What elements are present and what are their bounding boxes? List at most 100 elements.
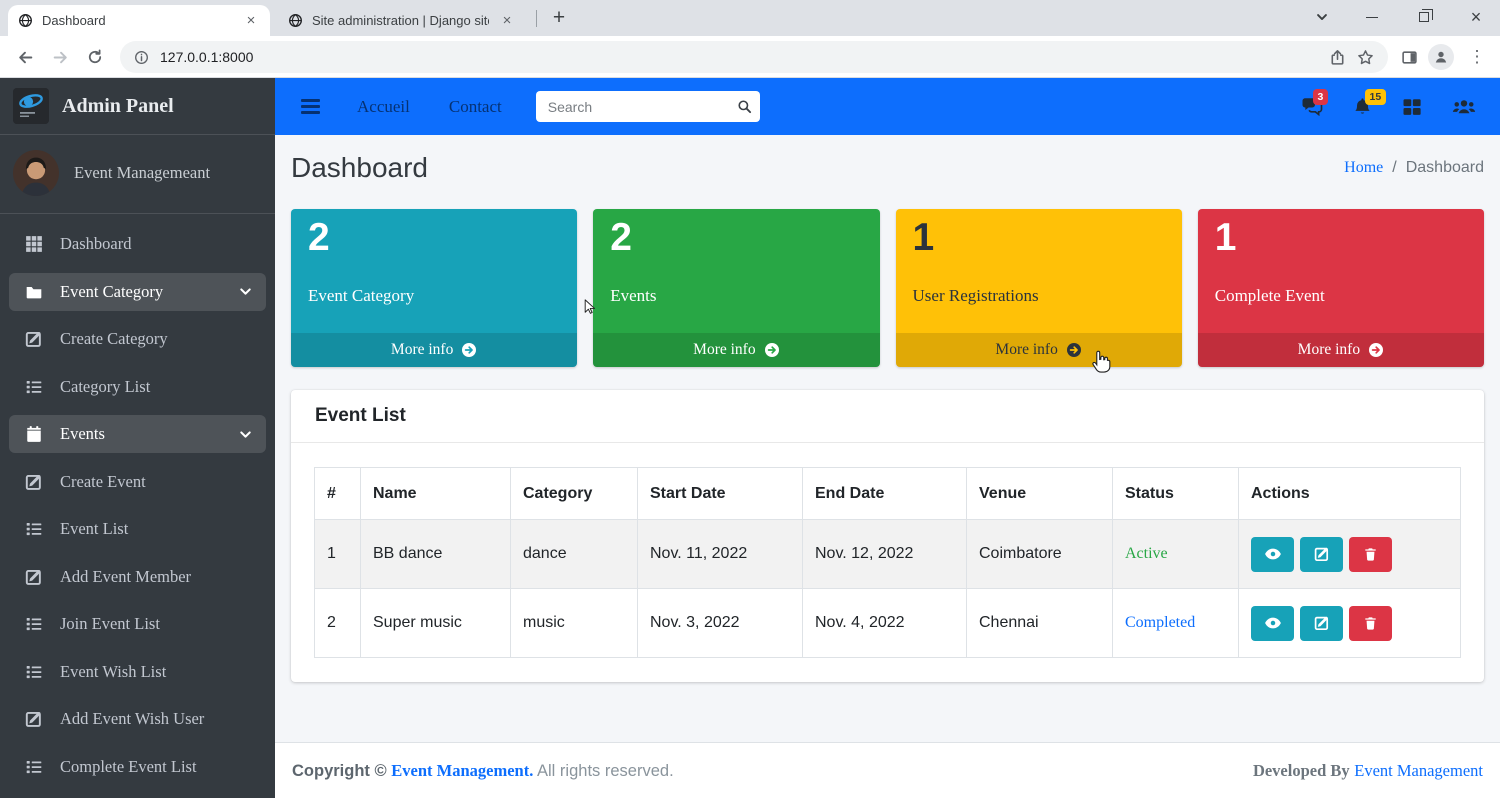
pen-square-icon [22, 710, 45, 728]
th-large-icon[interactable] [1402, 97, 1422, 117]
sidebar-item-label: Events [60, 424, 105, 444]
delete-button[interactable] [1349, 606, 1392, 641]
pen-square-icon [22, 473, 45, 491]
event-list-title: Event List [291, 390, 1484, 443]
row-actions [1251, 537, 1448, 572]
cell-num: 1 [315, 520, 361, 589]
browser-menu-button[interactable]: ⋮ [1464, 44, 1490, 70]
cell-end-date: Nov. 4, 2022 [803, 589, 967, 658]
sidebar-item-event-list[interactable]: Event List [9, 510, 266, 548]
sidebar-item-complete-event-list[interactable]: Complete Event List [9, 748, 266, 786]
globe-favicon-icon [288, 13, 303, 28]
nav-link-accueil[interactable]: Accueil [357, 97, 410, 117]
search-icon[interactable] [729, 91, 760, 122]
restore-button[interactable] [1401, 0, 1447, 34]
bookmark-star-icon[interactable] [1357, 49, 1374, 66]
brand-header[interactable]: Admin Panel [0, 78, 275, 135]
event-table: # Name Category Start Date End Date Venu… [314, 467, 1461, 658]
breadcrumb-current: Dashboard [1406, 159, 1484, 177]
url-text: 127.0.0.1:8000 [160, 49, 1318, 65]
tab-close-icon[interactable]: × [242, 12, 260, 30]
event-list-card: Event List # Name Category Start Date En… [291, 390, 1484, 682]
sidebar-item-create-category[interactable]: Create Category [9, 320, 266, 358]
users-icon[interactable] [1452, 97, 1476, 116]
view-button[interactable] [1251, 606, 1294, 641]
user-name: Event Managemeant [74, 163, 210, 183]
view-button[interactable] [1251, 537, 1294, 572]
side-panel-button[interactable] [1396, 44, 1422, 70]
browser-tab-strip: Dashboard × Site administration | Django… [0, 0, 1500, 36]
cell-category: music [511, 589, 638, 658]
edit-button[interactable] [1300, 606, 1343, 641]
sidebar-item-join-event-list[interactable]: Join Event List [9, 605, 266, 643]
cell-venue: Coimbatore [967, 520, 1113, 589]
more-info-link[interactable]: More info [291, 333, 577, 367]
stat-label: Event Category [291, 259, 577, 306]
more-info-link[interactable]: More info [1198, 333, 1484, 367]
sidebar-item-create-event[interactable]: Create Event [9, 463, 266, 501]
cell-start-date: Nov. 3, 2022 [638, 589, 803, 658]
nav-link-contact[interactable]: Contact [449, 97, 502, 117]
minimize-button[interactable] [1349, 0, 1395, 34]
table-row: 1 BB dance dance Nov. 11, 2022 Nov. 12, … [315, 520, 1461, 589]
tab-title: Site administration | Django site [312, 13, 489, 28]
trash-icon [1363, 616, 1378, 631]
tab-close-icon[interactable]: × [498, 12, 516, 30]
sidebar-item-label: Add Event Member [60, 567, 191, 587]
footer-brand-link[interactable]: Event Management. [391, 761, 533, 780]
more-info-label: More info [693, 341, 755, 359]
chevron-down-icon [238, 284, 253, 299]
browser-tab-dashboard[interactable]: Dashboard × [8, 5, 270, 36]
breadcrumb-home-link[interactable]: Home [1344, 159, 1383, 177]
folder-icon [22, 283, 45, 301]
url-bar[interactable]: 127.0.0.1:8000 [120, 41, 1388, 73]
cell-category: dance [511, 520, 638, 589]
sidebar-item-category-list[interactable]: Category List [9, 368, 266, 406]
sidebar-item-label: Event List [60, 519, 128, 539]
site-info-icon[interactable] [134, 50, 149, 65]
pen-square-icon [22, 330, 45, 348]
sidebar-item-add-event-member[interactable]: Add Event Member [9, 558, 266, 596]
sidebar-item-dashboard[interactable]: Dashboard [9, 225, 266, 263]
arrow-circle-right-icon [1066, 342, 1082, 358]
stat-count: 1 [1198, 209, 1484, 259]
stat-card-event-category: 2 Event Category More info [291, 209, 577, 367]
browser-tab-django-admin[interactable]: Site administration | Django site × [278, 5, 526, 36]
sidebar-item-label: Dashboard [60, 234, 131, 254]
messages-button[interactable]: 3 [1301, 97, 1323, 116]
edit-button[interactable] [1300, 537, 1343, 572]
user-panel[interactable]: Event Managemeant [0, 135, 275, 214]
forward-button[interactable] [47, 44, 73, 70]
tab-search-button[interactable] [1299, 0, 1345, 34]
sidebar-item-event-wish-list[interactable]: Event Wish List [9, 653, 266, 691]
new-tab-button[interactable]: + [546, 6, 572, 32]
trash-icon [1363, 547, 1378, 562]
browser-toolbar: 127.0.0.1:8000 ⋮ [0, 36, 1500, 78]
col-end-date: End Date [803, 468, 967, 520]
cell-start-date: Nov. 11, 2022 [638, 520, 803, 589]
delete-button[interactable] [1349, 537, 1392, 572]
sidebar-item-event-category[interactable]: Event Category [9, 273, 266, 311]
search-input[interactable] [536, 99, 729, 115]
reload-button[interactable] [82, 44, 108, 70]
more-info-link[interactable]: More info [593, 333, 879, 367]
sidebar-item-events[interactable]: Events [9, 415, 266, 453]
share-icon[interactable] [1329, 49, 1346, 66]
sidebar-item-label: Complete Event List [60, 757, 197, 777]
notifications-button[interactable]: 15 [1353, 97, 1372, 116]
pen-square-icon [22, 568, 45, 586]
more-info-label: More info [391, 341, 453, 359]
developer-link[interactable]: Event Management [1354, 761, 1483, 780]
navbar-actions: 3 15 [1301, 97, 1476, 117]
stat-count: 2 [291, 209, 577, 259]
profile-button[interactable] [1428, 44, 1454, 70]
more-info-label: More info [1298, 341, 1360, 359]
sidebar-item-add-event-wish-user[interactable]: Add Event Wish User [9, 700, 266, 738]
sidebar-toggle-button[interactable] [301, 99, 320, 113]
stat-count: 1 [896, 209, 1182, 259]
copyright-text: Copyright © [292, 762, 387, 780]
window-close-button[interactable]: × [1453, 0, 1499, 34]
cell-name: BB dance [361, 520, 511, 589]
back-button[interactable] [12, 44, 38, 70]
more-info-link[interactable]: More info [896, 333, 1182, 367]
